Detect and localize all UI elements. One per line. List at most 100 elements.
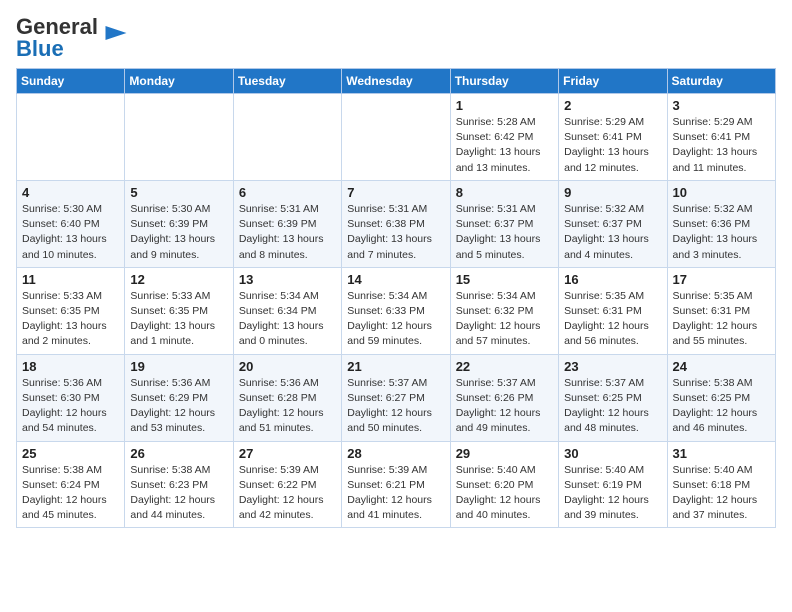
day-info: Sunrise: 5:33 AMSunset: 6:35 PMDaylight:… (130, 289, 227, 350)
day-info: Sunrise: 5:29 AMSunset: 6:41 PMDaylight:… (564, 115, 661, 176)
calendar-week-row: 11 Sunrise: 5:33 AMSunset: 6:35 PMDayligh… (17, 267, 776, 354)
day-info: Sunrise: 5:35 AMSunset: 6:31 PMDaylight:… (564, 289, 661, 350)
day-info: Sunrise: 5:38 AMSunset: 6:25 PMDaylight:… (673, 376, 770, 437)
logo: GeneralBlue (16, 16, 130, 60)
day-number: 30 (564, 446, 661, 461)
day-number: 22 (456, 359, 553, 374)
day-info: Sunrise: 5:40 AMSunset: 6:19 PMDaylight:… (564, 463, 661, 524)
day-info: Sunrise: 5:31 AMSunset: 6:38 PMDaylight:… (347, 202, 444, 263)
day-number: 23 (564, 359, 661, 374)
day-number: 26 (130, 446, 227, 461)
calendar-day-cell: 2 Sunrise: 5:29 AMSunset: 6:41 PMDaylight… (559, 94, 667, 181)
calendar-day-cell: 13 Sunrise: 5:34 AMSunset: 6:34 PMDayligh… (233, 267, 341, 354)
day-number: 29 (456, 446, 553, 461)
calendar-day-cell: 6 Sunrise: 5:31 AMSunset: 6:39 PMDaylight… (233, 180, 341, 267)
day-number: 15 (456, 272, 553, 287)
calendar-day-cell: 10 Sunrise: 5:32 AMSunset: 6:36 PMDayligh… (667, 180, 775, 267)
calendar-day-cell: 24 Sunrise: 5:38 AMSunset: 6:25 PMDayligh… (667, 354, 775, 441)
day-number: 4 (22, 185, 119, 200)
day-info: Sunrise: 5:34 AMSunset: 6:33 PMDaylight:… (347, 289, 444, 350)
day-info: Sunrise: 5:30 AMSunset: 6:39 PMDaylight:… (130, 202, 227, 263)
calendar-day-cell (233, 94, 341, 181)
day-number: 19 (130, 359, 227, 374)
calendar-day-cell: 7 Sunrise: 5:31 AMSunset: 6:38 PMDaylight… (342, 180, 450, 267)
day-number: 21 (347, 359, 444, 374)
calendar-day-cell: 11 Sunrise: 5:33 AMSunset: 6:35 PMDayligh… (17, 267, 125, 354)
day-number: 6 (239, 185, 336, 200)
day-info: Sunrise: 5:32 AMSunset: 6:36 PMDaylight:… (673, 202, 770, 263)
day-info: Sunrise: 5:35 AMSunset: 6:31 PMDaylight:… (673, 289, 770, 350)
calendar-day-cell: 27Sunrise: 5:39 AMSunset: 6:22 PMDayligh… (233, 441, 341, 528)
calendar-header-saturday: Saturday (667, 69, 775, 94)
day-info: Sunrise: 5:37 AMSunset: 6:26 PMDaylight:… (456, 376, 553, 437)
day-info: Sunrise: 5:39 AMSunset: 6:21 PMDaylight:… (347, 463, 444, 524)
day-info: Sunrise: 5:36 AMSunset: 6:29 PMDaylight:… (130, 376, 227, 437)
calendar-day-cell: 3 Sunrise: 5:29 AMSunset: 6:41 PMDaylight… (667, 94, 775, 181)
day-info: Sunrise: 5:38 AMSunset: 6:23 PMDaylight:… (130, 463, 227, 524)
day-info: Sunrise: 5:31 AMSunset: 6:39 PMDaylight:… (239, 202, 336, 263)
calendar-day-cell: 8Sunrise: 5:31 AMSunset: 6:37 PMDaylight… (450, 180, 558, 267)
day-number: 5 (130, 185, 227, 200)
calendar-week-row: 18 Sunrise: 5:36 AMSunset: 6:30 PMDayligh… (17, 354, 776, 441)
day-info: Sunrise: 5:37 AMSunset: 6:27 PMDaylight:… (347, 376, 444, 437)
calendar-week-row: 1 Sunrise: 5:28 AMSunset: 6:42 PMDaylight… (17, 94, 776, 181)
day-number: 31 (673, 446, 770, 461)
calendar-day-cell: 31 Sunrise: 5:40 AMSunset: 6:18 PMDayligh… (667, 441, 775, 528)
calendar-day-cell: 5 Sunrise: 5:30 AMSunset: 6:39 PMDaylight… (125, 180, 233, 267)
day-number: 2 (564, 98, 661, 113)
day-info: Sunrise: 5:38 AMSunset: 6:24 PMDaylight:… (22, 463, 119, 524)
day-number: 20 (239, 359, 336, 374)
day-info: Sunrise: 5:30 AMSunset: 6:40 PMDaylight:… (22, 202, 119, 263)
calendar-day-cell: 12 Sunrise: 5:33 AMSunset: 6:35 PMDayligh… (125, 267, 233, 354)
day-info: Sunrise: 5:37 AMSunset: 6:25 PMDaylight:… (564, 376, 661, 437)
calendar-day-cell: 14Sunrise: 5:34 AMSunset: 6:33 PMDayligh… (342, 267, 450, 354)
calendar-header-tuesday: Tuesday (233, 69, 341, 94)
day-number: 1 (456, 98, 553, 113)
day-number: 7 (347, 185, 444, 200)
calendar-day-cell: 16 Sunrise: 5:35 AMSunset: 6:31 PMDayligh… (559, 267, 667, 354)
day-number: 16 (564, 272, 661, 287)
calendar-day-cell: 26 Sunrise: 5:38 AMSunset: 6:23 PMDayligh… (125, 441, 233, 528)
day-info: Sunrise: 5:36 AMSunset: 6:30 PMDaylight:… (22, 376, 119, 437)
calendar-week-row: 25 Sunrise: 5:38 AMSunset: 6:24 PMDayligh… (17, 441, 776, 528)
calendar-day-cell: 19 Sunrise: 5:36 AMSunset: 6:29 PMDayligh… (125, 354, 233, 441)
day-number: 24 (673, 359, 770, 374)
logo-text: GeneralBlue (16, 16, 98, 60)
calendar-day-cell: 17 Sunrise: 5:35 AMSunset: 6:31 PMDayligh… (667, 267, 775, 354)
calendar-day-cell (17, 94, 125, 181)
logo-icon (102, 26, 130, 40)
day-info: Sunrise: 5:28 AMSunset: 6:42 PMDaylight:… (456, 115, 553, 176)
day-info: Sunrise: 5:31 AMSunset: 6:37 PMDaylight:… (456, 202, 553, 263)
day-number: 17 (673, 272, 770, 287)
day-info: Sunrise: 5:40 AMSunset: 6:18 PMDaylight:… (673, 463, 770, 524)
day-info: Sunrise: 5:32 AMSunset: 6:37 PMDaylight:… (564, 202, 661, 263)
day-number: 3 (673, 98, 770, 113)
day-info: Sunrise: 5:40 AMSunset: 6:20 PMDaylight:… (456, 463, 553, 524)
day-number: 25 (22, 446, 119, 461)
calendar-day-cell: 18 Sunrise: 5:36 AMSunset: 6:30 PMDayligh… (17, 354, 125, 441)
day-number: 11 (22, 272, 119, 287)
day-number: 18 (22, 359, 119, 374)
calendar-day-cell: 21 Sunrise: 5:37 AMSunset: 6:27 PMDayligh… (342, 354, 450, 441)
calendar-day-cell: 20 Sunrise: 5:36 AMSunset: 6:28 PMDayligh… (233, 354, 341, 441)
header: GeneralBlue (16, 16, 776, 60)
calendar-table: SundayMondayTuesdayWednesdayThursdayFrid… (16, 68, 776, 528)
calendar-day-cell: 15 Sunrise: 5:34 AMSunset: 6:32 PMDayligh… (450, 267, 558, 354)
calendar-day-cell: 22 Sunrise: 5:37 AMSunset: 6:26 PMDayligh… (450, 354, 558, 441)
day-number: 10 (673, 185, 770, 200)
calendar-day-cell: 1 Sunrise: 5:28 AMSunset: 6:42 PMDaylight… (450, 94, 558, 181)
day-number: 13 (239, 272, 336, 287)
calendar-header-thursday: Thursday (450, 69, 558, 94)
day-number: 12 (130, 272, 227, 287)
day-info: Sunrise: 5:29 AMSunset: 6:41 PMDaylight:… (673, 115, 770, 176)
day-info: Sunrise: 5:34 AMSunset: 6:32 PMDaylight:… (456, 289, 553, 350)
day-info: Sunrise: 5:33 AMSunset: 6:35 PMDaylight:… (22, 289, 119, 350)
calendar-header-monday: Monday (125, 69, 233, 94)
day-info: Sunrise: 5:39 AMSunset: 6:22 PMDaylight:… (239, 463, 336, 524)
calendar-header-friday: Friday (559, 69, 667, 94)
calendar-header-wednesday: Wednesday (342, 69, 450, 94)
day-info: Sunrise: 5:36 AMSunset: 6:28 PMDaylight:… (239, 376, 336, 437)
day-number: 9 (564, 185, 661, 200)
day-info: Sunrise: 5:34 AMSunset: 6:34 PMDaylight:… (239, 289, 336, 350)
calendar-day-cell: 29 Sunrise: 5:40 AMSunset: 6:20 PMDayligh… (450, 441, 558, 528)
